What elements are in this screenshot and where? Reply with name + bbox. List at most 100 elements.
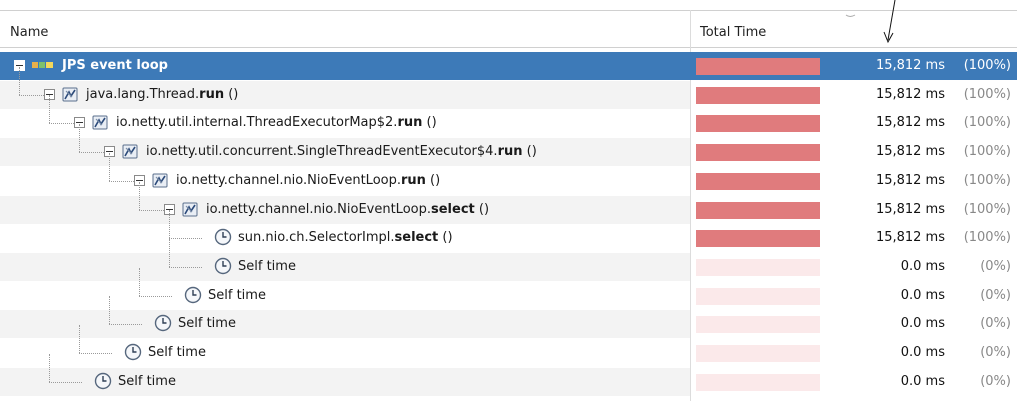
method-call-icon <box>122 144 138 159</box>
tree-row[interactable]: io.netty.util.internal.ThreadExecutorMap… <box>0 95 1017 137</box>
time-bar-track <box>696 287 820 305</box>
total-time-value: 0.0 ms <box>900 373 945 389</box>
total-time-percent: (100%) <box>963 86 1011 102</box>
time-bar-fill <box>696 230 820 248</box>
self-time-clock-icon <box>184 286 202 303</box>
method-params: () <box>522 144 537 160</box>
tree-row[interactable]: io.netty.util.concurrent.SingleThreadEve… <box>0 124 1017 167</box>
tree-connector <box>139 181 140 210</box>
self-time-clock-icon <box>94 372 112 389</box>
method-name: select <box>431 201 475 217</box>
tree-connector <box>139 267 140 296</box>
time-bar-track <box>696 172 820 190</box>
tree-connector <box>49 95 50 124</box>
total-time-value: 0.0 ms <box>900 345 945 360</box>
row-label: sun.nio.ch.SelectorImpl.select () <box>238 230 453 245</box>
thread-group-icon <box>32 62 53 68</box>
method-name: run <box>397 115 423 131</box>
method-call-icon <box>152 173 168 188</box>
method-class-name: java.lang.Thread. <box>86 86 200 102</box>
tree-connector <box>79 124 80 153</box>
row-label: Self time <box>148 345 206 360</box>
time-bar-track <box>696 345 820 362</box>
time-bar-fill <box>696 172 820 190</box>
tree-connector <box>169 238 202 240</box>
method-class-name: Self time <box>178 316 236 332</box>
method-call-icon <box>92 115 108 130</box>
total-time-percent: (100%) <box>963 115 1011 131</box>
time-bar-track <box>696 115 820 133</box>
tree-row[interactable]: Self time 0.0 ms (0%) <box>0 238 1017 281</box>
total-time-percent: (100%) <box>963 172 1011 188</box>
total-time-percent: (0%) <box>980 258 1011 274</box>
method-name: select <box>394 230 439 246</box>
time-bar-fill <box>696 86 820 104</box>
time-bar-fill <box>696 201 820 219</box>
total-time-percent: (100%) <box>963 144 1011 160</box>
row-stripe <box>0 310 690 339</box>
time-bar-track <box>696 86 820 104</box>
method-class-name: Self time <box>148 345 206 360</box>
time-bar-track <box>696 373 820 391</box>
time-bar-track <box>696 230 820 248</box>
tree-row[interactable]: Self time 0.0 ms (0%) <box>0 267 1017 310</box>
row-label: Self time <box>178 316 236 331</box>
time-bar-track <box>696 258 820 276</box>
method-name: run <box>199 86 225 102</box>
total-time-percent: (0%) <box>980 345 1011 360</box>
tree-connector <box>109 152 110 181</box>
total-time-value: 0.0 ms <box>900 258 945 274</box>
method-params: () <box>474 201 490 217</box>
tree-connector <box>79 152 104 154</box>
tree-row[interactable]: io.netty.channel.nio.NioEventLoop.run ()… <box>0 152 1017 195</box>
row-label: Self time <box>208 288 266 303</box>
total-time-value: 15,812 ms <box>875 86 945 102</box>
method-params: () <box>422 115 437 131</box>
total-time-percent: (0%) <box>980 373 1011 389</box>
tree-connector <box>19 94 44 96</box>
tree-connector <box>79 325 80 353</box>
tree-connector <box>139 295 172 297</box>
tree-connector <box>19 66 20 95</box>
annotation-arrow <box>845 0 896 44</box>
method-name: JPS event loop <box>62 58 168 73</box>
method-name: run <box>401 172 426 188</box>
method-class-name: sun.nio.ch.SelectorImpl. <box>238 230 395 246</box>
row-label: io.netty.util.internal.ThreadExecutorMap… <box>116 115 437 130</box>
method-call-icon <box>182 202 198 216</box>
total-time-percent: (0%) <box>980 316 1011 332</box>
tree-row[interactable]: sun.nio.ch.SelectorImpl.select () 15,812 … <box>0 210 1017 252</box>
self-time-clock-icon <box>214 257 232 275</box>
tree-row[interactable]: Self time 0.0 ms (0%) <box>0 325 1017 367</box>
row-label: io.netty.channel.nio.NioEventLoop.select… <box>206 202 489 217</box>
tree-connector <box>109 324 142 326</box>
row-label: Self time <box>238 259 296 274</box>
row-label: java.lang.Thread.run () <box>86 87 238 102</box>
tree-connector <box>49 123 74 125</box>
tree-row[interactable]: Self time 0.0 ms (0%) <box>0 353 1017 396</box>
tree-row[interactable]: io.netty.channel.nio.NioEventLoop.select… <box>0 181 1017 224</box>
tree-connector <box>79 353 112 354</box>
tree-row[interactable]: Self time 0.0 ms (0%) <box>0 296 1017 339</box>
method-class-name: io.netty.channel.nio.NioEventLoop. <box>206 201 431 217</box>
total-time-value: 15,812 ms <box>875 115 945 131</box>
total-time-value: 15,812 ms <box>875 230 945 246</box>
time-bar-track <box>696 144 820 162</box>
total-time-value: 0.0 ms <box>900 316 945 332</box>
total-time-value: 15,812 ms <box>875 58 945 73</box>
total-time-percent: (0%) <box>980 287 1011 303</box>
row-label: io.netty.channel.nio.NioEventLoop.run () <box>176 173 440 188</box>
tree-connector <box>169 238 170 267</box>
total-time-value: 15,812 ms <box>875 144 945 160</box>
method-name: run <box>497 144 523 160</box>
self-time-clock-icon <box>124 343 142 361</box>
total-time-value: 15,812 ms <box>875 172 945 188</box>
tree-row-root[interactable]: JPS event loop 15,812 ms (100%) <box>0 52 1017 80</box>
total-time-percent: (100%) <box>963 58 1011 73</box>
self-time-clock-icon <box>154 315 172 332</box>
tree-row[interactable]: java.lang.Thread.run () 15,812 ms (100%) <box>0 66 1017 109</box>
method-class-name: Self time <box>208 287 266 303</box>
total-time-percent: (100%) <box>963 201 1011 217</box>
row-label: io.netty.util.concurrent.SingleThreadEve… <box>146 144 537 159</box>
time-bar-track <box>696 201 820 219</box>
